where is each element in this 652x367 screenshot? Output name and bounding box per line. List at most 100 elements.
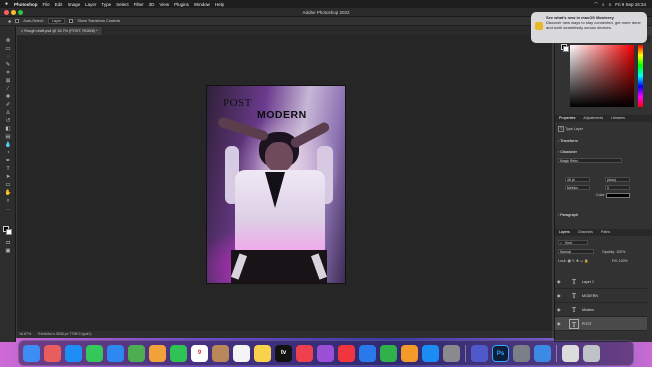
fill-value[interactable]: 100% — [619, 259, 628, 263]
tab-paths[interactable]: Paths — [601, 230, 610, 234]
font-size-field[interactable]: 48 pt — [565, 177, 590, 182]
document-info[interactable]: Exhibitor's 3508 px 7798 9 (sp#1) — [38, 332, 91, 336]
tab-libraries[interactable]: Libraries — [611, 116, 625, 120]
eyedropper-icon[interactable]: ⁄ — [3, 86, 13, 93]
crop-icon[interactable]: ⌗ — [3, 70, 13, 77]
layer-row-selected[interactable]: ◉ T POST — [555, 317, 647, 331]
launchpad-icon[interactable] — [44, 344, 61, 362]
menu-type[interactable]: Type — [101, 2, 111, 7]
auto-select-dropdown[interactable]: Layer — [47, 18, 66, 24]
lock-icon[interactable]: ▦ ✎ ✥ ▭ 🔒 — [568, 259, 589, 263]
menu-app-name[interactable]: Photoshop — [14, 2, 38, 7]
type-icon[interactable]: T — [3, 166, 13, 173]
close-window-button[interactable] — [4, 10, 9, 15]
post-text-layer[interactable]: POST — [223, 97, 252, 109]
rectangle-icon[interactable]: ▭ — [3, 182, 13, 189]
tracking-field[interactable]: 0 — [605, 185, 630, 190]
downloads-icon[interactable] — [534, 344, 551, 362]
move-tool-icon[interactable]: ✥ — [8, 19, 11, 24]
tab-channels[interactable]: Channels — [578, 230, 593, 234]
modern-text-layer[interactable]: MODERN — [257, 109, 307, 121]
quick-mask-icon[interactable]: ◘ — [3, 240, 13, 247]
layer-name[interactable]: Modern — [582, 308, 594, 312]
fill-control[interactable]: Fill: 100% — [612, 259, 628, 263]
menu-select[interactable]: Select — [116, 2, 129, 7]
hand-icon[interactable]: ✋ — [3, 190, 13, 197]
menu-filter[interactable]: Filter — [134, 2, 144, 7]
tab-layers[interactable]: Layers — [559, 230, 570, 234]
layer-name[interactable]: MODERN — [582, 294, 598, 298]
hue-slider[interactable] — [638, 45, 643, 107]
keynote-icon[interactable] — [359, 344, 376, 362]
leading-field[interactable]: (Auto) — [605, 177, 630, 182]
font-family-field[interactable]: Magic Retro — [558, 158, 622, 163]
transform-controls-checkbox[interactable] — [69, 19, 74, 23]
preview-icon[interactable] — [513, 344, 530, 362]
apple-icon[interactable]: ● — [5, 1, 8, 7]
menu-window[interactable]: Window — [194, 2, 210, 7]
clone-stamp-icon[interactable]: ♙ — [3, 110, 13, 117]
paragraph-section[interactable]: › Paragraph — [558, 213, 578, 217]
photoshop-icon[interactable]: Ps — [492, 344, 509, 362]
document-canvas[interactable]: POST MODERN — [206, 85, 346, 284]
opacity-control[interactable]: Opacity: 100% — [602, 250, 625, 254]
auto-select-checkbox[interactable] — [15, 19, 20, 23]
blur-icon[interactable]: 💧 — [3, 142, 13, 149]
trash-icon[interactable] — [583, 344, 600, 362]
frame-icon[interactable]: ⊠ — [3, 78, 13, 85]
maps-icon[interactable] — [128, 344, 145, 362]
layer-name[interactable]: POST — [582, 322, 592, 326]
document-tab[interactable]: × Rough draft.psd @ 16.7% (POST, RGB/8) … — [17, 27, 103, 35]
quick-select-icon[interactable]: ✎ — [3, 62, 13, 69]
settings-icon[interactable] — [443, 344, 460, 362]
notes-icon[interactable] — [254, 344, 271, 362]
path-select-icon[interactable]: ➤ — [3, 174, 13, 181]
color-picker-field[interactable] — [570, 45, 634, 107]
more-tools-icon[interactable]: ⋯ — [3, 208, 13, 215]
text-color-swatch[interactable] — [606, 193, 630, 198]
move-icon[interactable]: ✥ — [3, 38, 13, 45]
contacts-icon[interactable] — [212, 344, 229, 362]
lasso-icon[interactable]: ◌ — [3, 54, 13, 61]
screen-mode-icon[interactable]: ▣ — [3, 248, 13, 255]
layer-row[interactable]: ◉ T Layer 1 — [555, 275, 647, 289]
menu-plugins[interactable]: Plugins — [174, 2, 189, 7]
zoom-level[interactable]: 16.67% — [19, 332, 31, 336]
layer-row[interactable]: ◉ T Modern — [555, 303, 647, 317]
zoom-icon[interactable]: ⌕ — [3, 198, 13, 205]
pen-icon[interactable]: ✒ — [3, 158, 13, 165]
podcasts-icon[interactable] — [317, 344, 334, 362]
blend-mode-dropdown[interactable]: Normal — [558, 249, 594, 254]
eraser-icon[interactable]: ◧ — [3, 126, 13, 133]
menu-view[interactable]: View — [159, 2, 169, 7]
eye-icon[interactable]: ◉ — [557, 307, 561, 312]
dodge-icon[interactable]: ◔ — [3, 150, 13, 157]
character-section[interactable]: › Character — [558, 150, 577, 154]
kerning-field[interactable]: Metrics — [565, 185, 590, 190]
tab-adjustments[interactable]: Adjustments — [583, 116, 603, 120]
safari-icon[interactable] — [65, 344, 82, 362]
window-icon[interactable] — [562, 344, 579, 362]
history-brush-icon[interactable]: ↺ — [3, 118, 13, 125]
gradient-icon[interactable]: ▤ — [3, 134, 13, 141]
menu-help[interactable]: Help — [215, 2, 224, 7]
finder-icon[interactable] — [23, 344, 40, 362]
pages-icon[interactable] — [401, 344, 418, 362]
background-color-swatch[interactable] — [6, 229, 12, 235]
opacity-value[interactable]: 100% — [616, 250, 625, 254]
eye-icon[interactable]: ◉ — [557, 279, 561, 284]
control-center-icon[interactable]: ≡ — [609, 2, 612, 7]
menu-image[interactable]: Image — [68, 2, 81, 7]
teams-icon[interactable] — [471, 344, 488, 362]
artboard-icon[interactable]: ▭ — [3, 46, 13, 53]
menu-file[interactable]: File — [43, 2, 50, 7]
photos-icon[interactable] — [149, 344, 166, 362]
system-notification[interactable]: See what's new in macOS Monterey Discove… — [531, 12, 647, 43]
menu-layer[interactable]: Layer — [85, 2, 96, 7]
menu-edit[interactable]: Edit — [55, 2, 63, 7]
layer-name[interactable]: Layer 1 — [582, 280, 594, 284]
facetime-icon[interactable] — [170, 344, 187, 362]
numbers-icon[interactable] — [380, 344, 397, 362]
background-swatch[interactable] — [563, 46, 569, 52]
healing-brush-icon[interactable]: ✚ — [3, 94, 13, 101]
